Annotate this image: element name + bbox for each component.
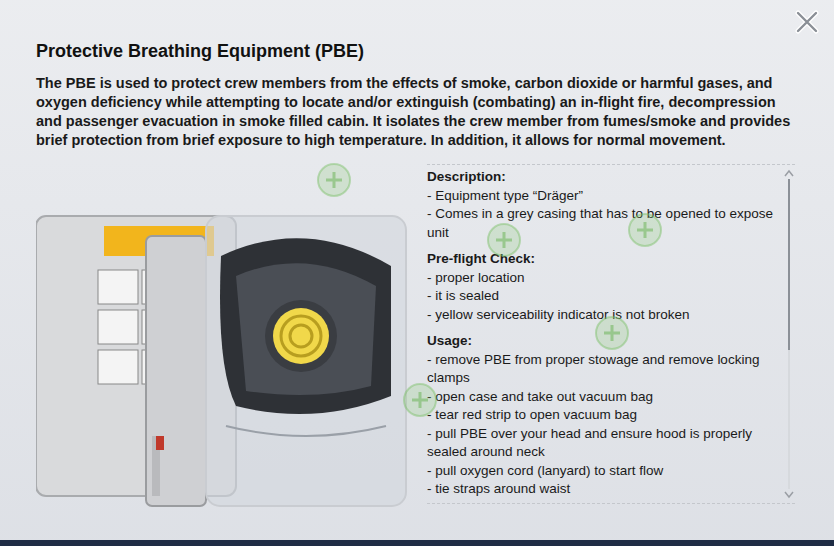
close-icon[interactable] xyxy=(795,10,819,34)
info-dialog: Protective Breathing Equipment (PBE) The… xyxy=(0,0,834,540)
scrollbar[interactable] xyxy=(783,165,795,503)
section-item: - remove PBE from proper stowage and rem… xyxy=(427,351,783,388)
dialog-body: Description: - Equipment type “Dräger”- … xyxy=(36,164,798,520)
section-item: - pull PBE over your head and ensure hoo… xyxy=(427,425,783,462)
hotspot-plus-icon[interactable] xyxy=(627,212,663,248)
scroll-up-icon[interactable] xyxy=(784,169,794,177)
dialog-intro: The PBE is used to protect crew members … xyxy=(36,74,796,150)
section-item: - Comes in a grey casing that has to be … xyxy=(427,205,783,242)
scrollbar-track[interactable] xyxy=(788,179,790,489)
section-item: - proper location xyxy=(427,269,783,288)
section-item: - tear red strip to open vacuum bag xyxy=(427,406,783,425)
details-section: Pre-flight Check: - proper location- it … xyxy=(427,250,783,324)
scroll-down-icon[interactable] xyxy=(784,491,794,499)
section-heading: Pre-flight Check: xyxy=(427,250,783,269)
hotspot-plus-icon[interactable] xyxy=(402,382,438,418)
details-section: Description: - Equipment type “Dräger”- … xyxy=(427,168,783,242)
dialog-title: Protective Breathing Equipment (PBE) xyxy=(36,40,798,62)
pbe-device-icon xyxy=(36,196,411,516)
section-heading: Description: xyxy=(427,168,783,187)
section-item: - Equipment type “Dräger” xyxy=(427,187,783,206)
details-section: Usage: - remove PBE from proper stowage … xyxy=(427,332,783,499)
scrollbar-thumb[interactable] xyxy=(788,179,790,350)
hotspot-plus-icon[interactable] xyxy=(594,315,630,351)
hotspot-plus-icon[interactable] xyxy=(486,222,522,258)
screen: Protective Breathing Equipment (PBE) The… xyxy=(0,0,834,546)
section-item: - pull oxygen cord (lanyard) to start fl… xyxy=(427,462,783,481)
pbe-photo xyxy=(36,164,411,520)
section-item: - it is sealed xyxy=(427,287,783,306)
hotspot-plus-icon[interactable] xyxy=(316,162,352,198)
section-item: - tie straps around waist xyxy=(427,480,783,499)
section-item: - open case and take out vacuum bag xyxy=(427,388,783,407)
